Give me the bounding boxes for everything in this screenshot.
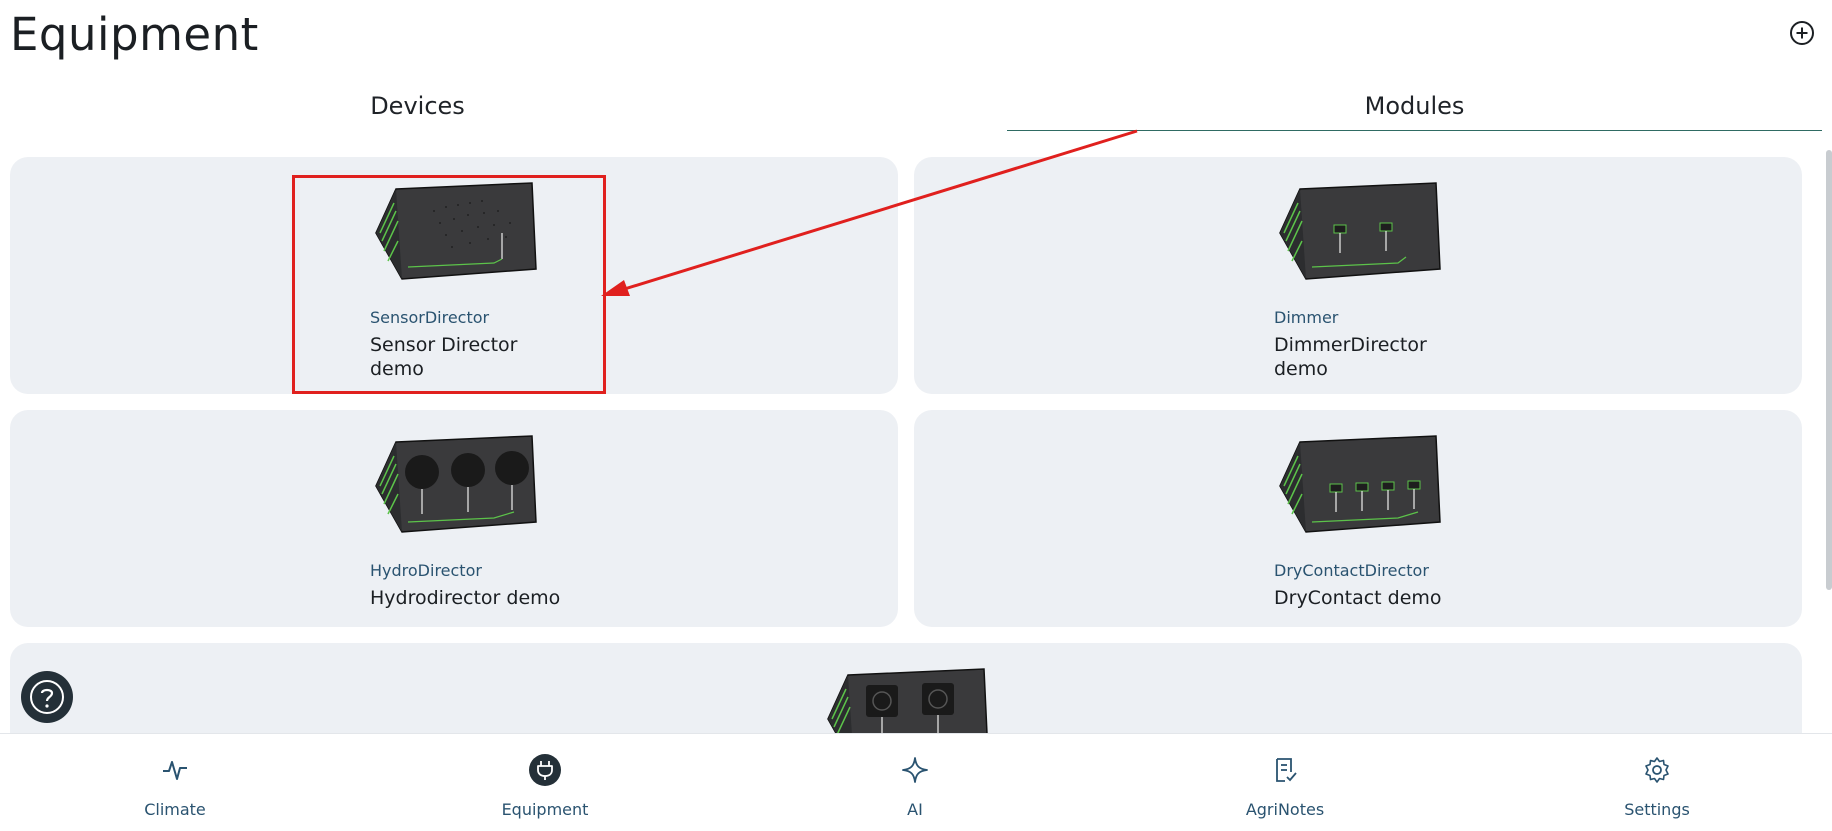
help-icon: [30, 680, 64, 714]
nav-item-climate[interactable]: Climate: [75, 734, 275, 831]
nav-label: Equipment: [501, 800, 589, 819]
nav-item-ai[interactable]: AI: [815, 734, 1015, 831]
device-type-label: Dimmer: [1274, 308, 1339, 327]
tab-modules[interactable]: Modules: [1007, 80, 1822, 132]
device-name-line1: DimmerDirector: [1274, 334, 1427, 356]
device-type-label: DryContactDirector: [1274, 561, 1429, 580]
nav-item-equipment[interactable]: Equipment: [445, 734, 645, 831]
device-card-dimmer[interactable]: Dimmer DimmerDirector demo: [914, 157, 1802, 394]
sparkle-icon: [899, 754, 931, 786]
add-equipment-button[interactable]: [1789, 20, 1815, 46]
tab-devices[interactable]: Devices: [10, 80, 825, 132]
device-type-label: HydroDirector: [370, 561, 482, 580]
nav-label: AI: [907, 800, 923, 819]
nav-item-agrinotes[interactable]: AgriNotes: [1185, 734, 1385, 831]
dimmer-director-device-image: [1279, 182, 1441, 280]
notes-check-icon: [1269, 754, 1301, 786]
nav-label: Climate: [144, 800, 206, 819]
equipment-tabs: Devices Modules: [0, 80, 1822, 132]
active-tab-indicator: [1007, 130, 1822, 131]
plug-icon: [529, 754, 561, 786]
annotation-highlight-box: [292, 175, 606, 394]
hydro-director-device-image: [375, 435, 537, 533]
pulse-icon: [159, 754, 191, 786]
device-name-line1: DryContact demo: [1274, 587, 1442, 609]
nav-label: Settings: [1624, 800, 1690, 819]
device-name-line2: demo: [1274, 358, 1328, 380]
device-name-line1: Hydrodirector demo: [370, 587, 561, 609]
scrollbar[interactable]: [1826, 150, 1832, 590]
page-title: Equipment: [10, 8, 259, 61]
device-card-drycontactdirector[interactable]: DryContactDirector DryContact demo: [914, 410, 1802, 627]
drycontact-director-device-image: [1279, 435, 1441, 533]
nav-item-settings[interactable]: Settings: [1557, 734, 1757, 831]
device-card-hydrodirector[interactable]: HydroDirector Hydrodirector demo: [10, 410, 898, 627]
nav-label: AgriNotes: [1245, 800, 1325, 819]
help-button[interactable]: [21, 671, 73, 723]
gear-icon: [1641, 754, 1673, 786]
bottom-navigation: Climate Equipment AI AgriNotes Settings: [0, 733, 1832, 831]
